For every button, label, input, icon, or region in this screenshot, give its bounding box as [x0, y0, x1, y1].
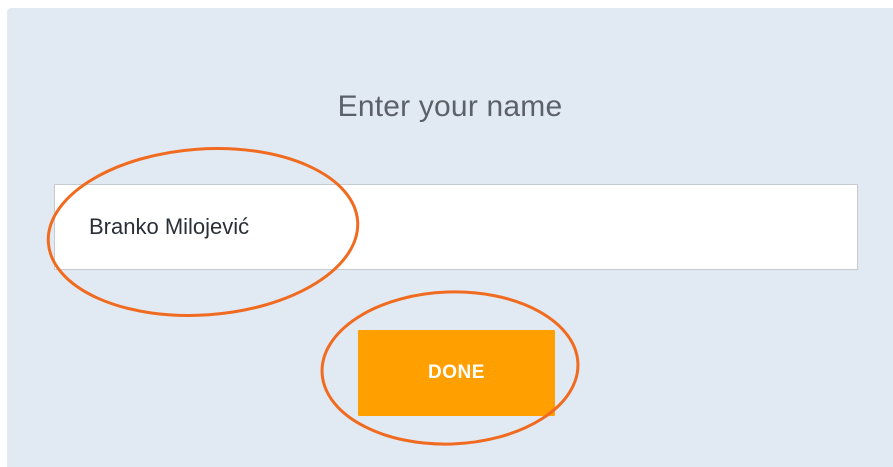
page: Enter your name DONE	[0, 0, 893, 467]
done-button[interactable]: DONE	[358, 330, 555, 416]
name-input[interactable]	[54, 184, 858, 270]
dialog-title: Enter your name	[337, 90, 563, 123]
